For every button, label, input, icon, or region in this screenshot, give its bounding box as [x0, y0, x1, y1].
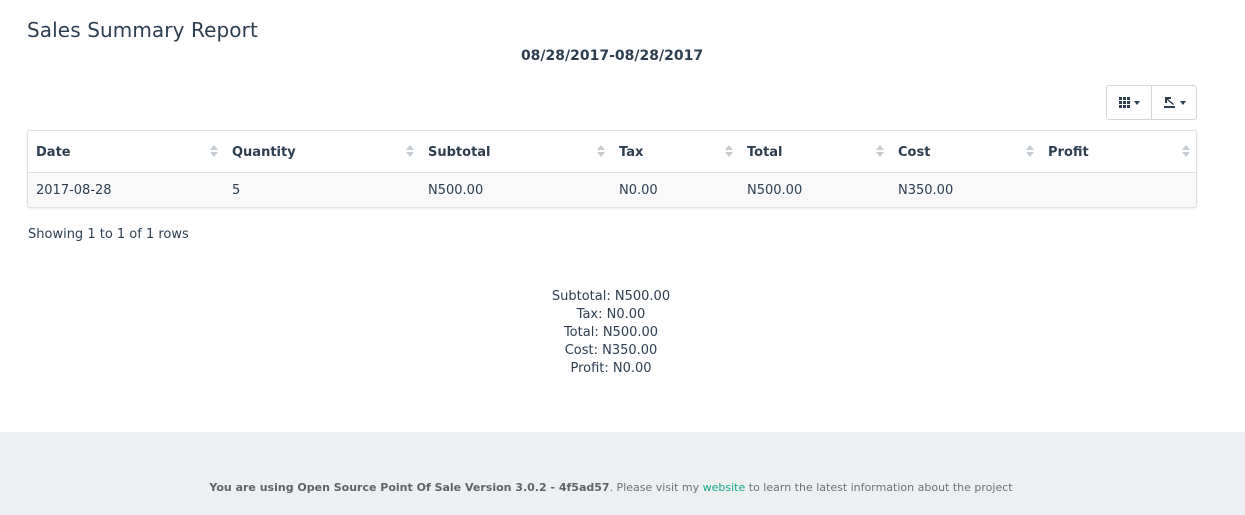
cell-tax: N0.00 — [619, 182, 658, 198]
sort-icon — [1182, 145, 1190, 157]
cell-quantity: 5 — [232, 182, 241, 198]
footer-version: You are using Open Source Point Of Sale … — [209, 481, 610, 494]
grid-icon — [1118, 97, 1130, 108]
footer-text: You are using Open Source Point Of Sale … — [209, 481, 1013, 494]
cell-total: N500.00 — [747, 182, 803, 198]
pagination-info: Showing 1 to 1 of 1 rows — [28, 227, 189, 242]
summary-cost: Cost: N350.00 — [564, 343, 658, 358]
table-toolbar — [1106, 85, 1197, 120]
table-header: Date Quantity Subtotal Tax Total Cost Pr… — [28, 131, 1196, 173]
sales-summary-table: Date Quantity Subtotal Tax Total Cost Pr… — [27, 130, 1197, 208]
column-header-date[interactable]: Date — [28, 131, 224, 173]
cell-date: 2017-08-28 — [36, 182, 112, 198]
page-title: Sales Summary Report — [27, 18, 258, 42]
sort-icon — [725, 145, 733, 157]
column-header-total[interactable]: Total — [739, 131, 890, 173]
summary-subtotal: Subtotal: N500.00 — [551, 289, 671, 304]
sort-icon — [1026, 145, 1034, 157]
summary-profit: Profit: N0.00 — [570, 361, 652, 376]
page-footer: You are using Open Source Point Of Sale … — [0, 432, 1245, 515]
chevron-down-icon — [1179, 100, 1186, 105]
report-date-range: 08/28/2017-08/28/2017 — [520, 48, 704, 64]
sort-icon — [406, 145, 414, 157]
cell-subtotal: N500.00 — [428, 182, 484, 198]
column-header-quantity[interactable]: Quantity — [224, 131, 420, 173]
sort-icon — [876, 145, 884, 157]
summary-tax: Tax: N0.00 — [576, 307, 646, 322]
summary-totals: Subtotal: N500.00 Tax: N0.00 Total: N500… — [0, 288, 1222, 378]
column-header-tax[interactable]: Tax — [611, 131, 739, 173]
table-row: 2017-08-28 5 N500.00 N0.00 N500.00 N350.… — [28, 173, 1196, 207]
cell-cost: N350.00 — [898, 182, 954, 198]
sort-icon — [210, 145, 218, 157]
chevron-down-icon — [1133, 100, 1140, 105]
column-header-cost[interactable]: Cost — [890, 131, 1040, 173]
export-icon — [1163, 93, 1176, 112]
export-button[interactable] — [1152, 85, 1197, 120]
cell-profit — [1040, 173, 1196, 207]
column-header-profit[interactable]: Profit — [1040, 131, 1196, 173]
columns-toggle-button[interactable] — [1106, 85, 1152, 120]
sort-icon — [597, 145, 605, 157]
column-header-subtotal[interactable]: Subtotal — [420, 131, 611, 173]
website-link[interactable]: website — [703, 481, 746, 494]
summary-total: Total: N500.00 — [563, 325, 659, 340]
